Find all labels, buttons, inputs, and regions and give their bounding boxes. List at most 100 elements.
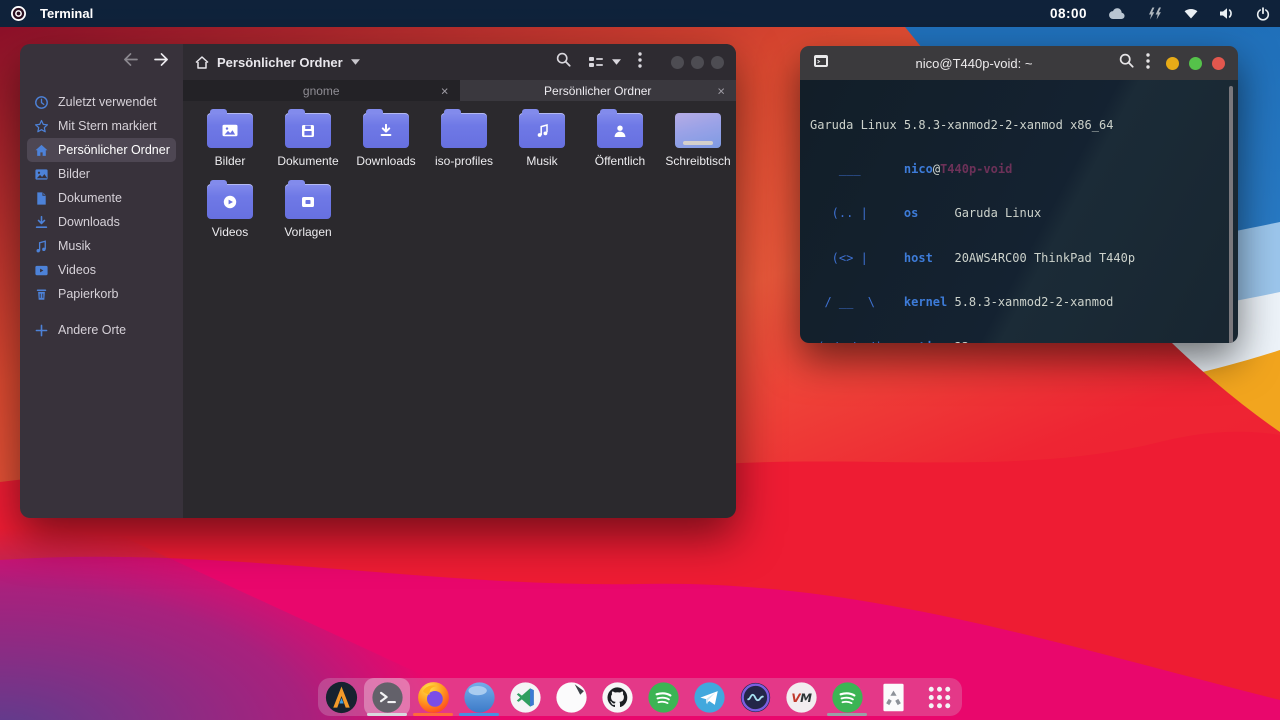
dock-item-terminal[interactable] <box>364 678 410 716</box>
sidebar-item-label: Dokumente <box>58 191 122 205</box>
terminal-line: (.. | os Garuda Linux <box>810 206 1042 221</box>
terminal-scrollbar[interactable] <box>1229 86 1233 343</box>
terminal-output[interactable]: Garuda Linux 5.8.3-xanmod2-2-xanmod x86_… <box>800 80 1238 343</box>
dock-item-show-apps[interactable] <box>916 678 962 716</box>
window-controls <box>1166 56 1225 70</box>
dock-item-spotify[interactable] <box>640 678 686 716</box>
folder-videos[interactable]: Videos <box>192 180 268 239</box>
telegram-icon <box>693 681 725 713</box>
view-toggle-button[interactable] <box>588 55 621 69</box>
sidebar-item-home[interactable]: Persönlicher Ordner <box>27 138 176 162</box>
location-label: Persönlicher Ordner <box>217 54 343 70</box>
spotify-icon <box>831 681 863 713</box>
folder-iso-profiles[interactable]: iso-profiles <box>426 109 502 168</box>
music-icon <box>36 239 46 252</box>
svg-text:M: M <box>800 691 812 705</box>
maximize-button[interactable] <box>1189 56 1202 70</box>
folder-schreibtisch[interactable]: Schreibtisch <box>660 113 736 168</box>
running-indicator <box>367 713 407 716</box>
clock[interactable]: 08:00 <box>1050 6 1087 21</box>
cloud-icon[interactable] <box>1108 7 1126 20</box>
location-button[interactable]: Persönlicher Ordner <box>195 55 360 70</box>
minimize-button[interactable] <box>671 55 684 69</box>
vscode-icon <box>509 681 541 713</box>
dock-item-telegram[interactable] <box>686 678 732 716</box>
dock-item-trash[interactable] <box>870 678 916 716</box>
wave-icon <box>740 682 770 712</box>
blue-sphere-icon <box>463 681 495 713</box>
dock-item-vscode[interactable] <box>502 678 548 716</box>
firefox-icon <box>417 681 449 713</box>
activities-icon[interactable] <box>10 5 27 22</box>
document-emblem-icon <box>285 113 331 148</box>
files-tab-bar: gnome × Persönlicher Ordner × <box>183 80 736 101</box>
running-indicator <box>459 713 499 716</box>
terminal-icon <box>371 681 403 713</box>
sidebar-item-trash[interactable]: Papierkorb <box>27 282 176 306</box>
folder-bilder[interactable]: Bilder <box>192 109 268 168</box>
home-icon <box>35 144 48 156</box>
power-icon[interactable] <box>1256 6 1270 21</box>
desktop: Terminal 08:00 Zuletzt verwendet Mit Ste… <box>0 0 1280 720</box>
volume-icon[interactable] <box>1219 7 1235 20</box>
home-icon <box>195 55 209 69</box>
sidebar-item-pictures[interactable]: Bilder <box>27 162 176 186</box>
sidebar-item-documents[interactable]: Dokumente <box>27 186 176 210</box>
dock: VM <box>318 678 962 716</box>
menu-kebab-icon[interactable] <box>638 51 642 73</box>
close-button[interactable] <box>1212 56 1225 70</box>
tab-gnome[interactable]: gnome × <box>183 80 460 101</box>
dock-item-spotify-2[interactable] <box>824 678 870 716</box>
sidebar-item-downloads[interactable]: Downloads <box>27 210 176 234</box>
back-icon[interactable] <box>123 53 138 71</box>
person-emblem-icon <box>597 113 643 148</box>
tab-close-icon[interactable]: × <box>441 84 449 97</box>
chevron-down-icon <box>350 59 360 65</box>
files-grid: Bilder Dokumente Downloads iso-profiles … <box>183 101 736 518</box>
bolts-icon[interactable] <box>1147 7 1163 20</box>
focused-app-title[interactable]: Terminal <box>40 6 93 21</box>
terminal-app-icon <box>813 54 829 73</box>
menu-kebab-icon[interactable] <box>1146 52 1150 74</box>
dock-item-garuda[interactable] <box>318 678 364 716</box>
maximize-button[interactable] <box>691 55 704 69</box>
spotify-icon <box>647 681 679 713</box>
folder-dokumente[interactable]: Dokumente <box>270 109 346 168</box>
files-actions <box>556 51 724 73</box>
folder-downloads[interactable]: Downloads <box>348 109 424 168</box>
dock-item-system-monitor[interactable] <box>732 678 778 716</box>
files-main: Persönlicher Ordner gnome × Persönlicher… <box>183 44 736 518</box>
dock-item-virtual-machine[interactable]: VM <box>778 678 824 716</box>
sidebar-list: Zuletzt verwendet Mit Stern markiert Per… <box>20 80 183 342</box>
folder-musik[interactable]: Musik <box>504 109 580 168</box>
forward-icon[interactable] <box>154 53 169 71</box>
tab-home[interactable]: Persönlicher Ordner × <box>459 80 736 101</box>
recycle-icon <box>882 683 904 711</box>
top-bar-left: Terminal <box>10 5 93 22</box>
play-emblem-icon <box>207 184 253 219</box>
minimize-button[interactable] <box>1166 56 1179 70</box>
dock-item-firefox[interactable] <box>410 678 456 716</box>
dock-item-github[interactable] <box>594 678 640 716</box>
sidebar-item-label: Mit Stern markiert <box>58 119 157 133</box>
folder-vorlagen[interactable]: Vorlagen <box>270 180 346 239</box>
sidebar-item-recent[interactable]: Zuletzt verwendet <box>27 90 176 114</box>
search-icon[interactable] <box>1119 53 1134 73</box>
trash-icon <box>36 288 47 300</box>
terminal-headerbar: nico@T440p-void: ~ <box>800 46 1238 80</box>
sidebar-item-other-locations[interactable]: Andere Orte <box>27 318 176 342</box>
dock-item-notes[interactable] <box>548 678 594 716</box>
sidebar-item-label: Downloads <box>58 215 120 229</box>
dock-item-web-browser[interactable] <box>456 678 502 716</box>
folder-oeffentlich[interactable]: Öffentlich <box>582 109 658 168</box>
sidebar-item-starred[interactable]: Mit Stern markiert <box>27 114 176 138</box>
sidebar-item-music[interactable]: Musik <box>27 234 176 258</box>
tab-close-icon[interactable]: × <box>717 84 725 97</box>
close-button[interactable] <box>711 55 724 69</box>
wifi-icon[interactable] <box>1184 8 1198 19</box>
search-icon[interactable] <box>556 52 571 72</box>
vm-icon: VM <box>785 681 817 713</box>
sidebar-item-videos[interactable]: Videos <box>27 258 176 282</box>
top-bar-right: 08:00 <box>1050 6 1270 21</box>
recent-icon <box>35 95 48 109</box>
